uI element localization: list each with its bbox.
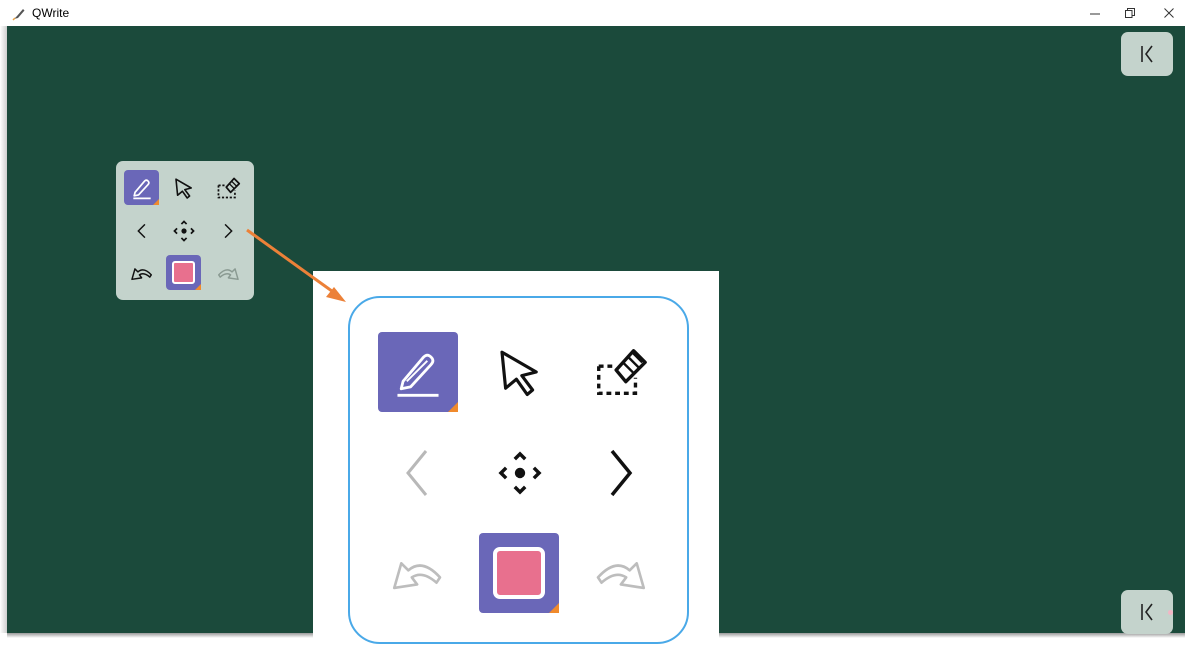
collapse-top-icon <box>1141 45 1153 63</box>
color-picker-button-large[interactable] <box>479 533 559 613</box>
collapse-toolbar-top-button[interactable] <box>1121 32 1173 76</box>
eraser-selection-icon <box>217 177 240 198</box>
restore-button[interactable] <box>1119 3 1141 23</box>
pen-tool-button[interactable] <box>124 170 159 205</box>
pointer-icon <box>174 177 192 199</box>
next-page-icon <box>610 449 633 497</box>
app-icon <box>12 9 25 21</box>
redo-button-large[interactable] <box>580 533 660 613</box>
minimize-icon <box>1090 13 1100 15</box>
redo-icon <box>596 562 646 590</box>
current-color-swatch <box>493 547 545 599</box>
undo-icon <box>130 267 152 280</box>
next-page-icon <box>224 223 233 238</box>
restore-icon <box>1125 8 1135 18</box>
move-icon <box>172 219 195 242</box>
undo-button[interactable] <box>124 255 159 290</box>
previous-page-button-large[interactable] <box>378 433 458 513</box>
color-options-indicator <box>549 603 559 613</box>
tool-options-indicator <box>448 402 458 412</box>
select-tool-button[interactable] <box>166 170 201 205</box>
select-tool-button-large[interactable] <box>480 332 560 412</box>
undo-icon <box>392 562 442 590</box>
undo-button-large[interactable] <box>378 533 458 613</box>
pen-tool-button-large[interactable] <box>378 332 458 412</box>
current-color-swatch <box>172 261 195 284</box>
window-title: QWrite <box>32 6 70 20</box>
move-icon <box>498 451 542 495</box>
move-toolbar-button-large[interactable] <box>480 433 560 513</box>
tool-options-indicator <box>153 199 159 205</box>
window-shadow <box>0 26 7 633</box>
previous-page-button[interactable] <box>124 213 159 248</box>
move-toolbar-button[interactable] <box>166 213 201 248</box>
title-bar: QWrite <box>0 0 1185 26</box>
redo-icon <box>217 267 239 280</box>
redo-button[interactable] <box>210 255 245 290</box>
color-picker-button[interactable] <box>166 255 201 290</box>
previous-page-icon <box>136 223 145 238</box>
previous-page-icon <box>406 450 428 496</box>
zoomed-toolbar-callout <box>313 271 719 656</box>
status-dot <box>1168 610 1173 615</box>
pen-icon <box>397 353 439 397</box>
collapse-toolbar-bottom-button[interactable] <box>1121 590 1173 634</box>
area-eraser-button[interactable] <box>210 170 245 205</box>
next-page-button-large[interactable] <box>580 433 660 513</box>
floating-toolbar[interactable] <box>116 161 254 300</box>
close-icon <box>1164 8 1174 18</box>
close-button[interactable] <box>1158 3 1180 23</box>
color-options-indicator <box>195 284 201 290</box>
next-page-button[interactable] <box>210 213 245 248</box>
minimize-button[interactable] <box>1084 3 1106 23</box>
area-eraser-button-large[interactable] <box>580 332 660 412</box>
collapse-bottom-icon <box>1141 603 1153 621</box>
pointer-icon <box>500 350 538 397</box>
pen-icon <box>132 178 151 199</box>
eraser-selection-icon <box>597 349 647 395</box>
